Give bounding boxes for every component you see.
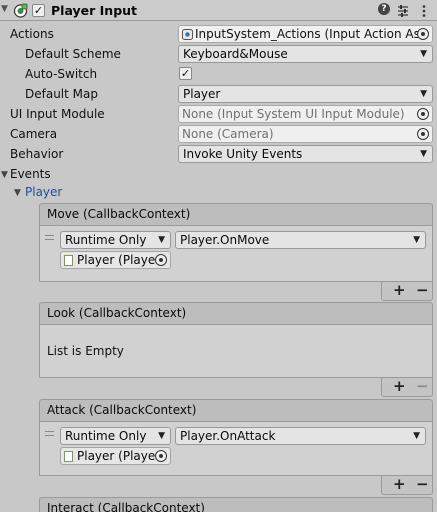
object-picker-icon[interactable] <box>417 108 429 120</box>
behavior-value: Invoke Unity Events <box>183 147 303 161</box>
dropdown-arrow-icon: ▼ <box>413 431 420 441</box>
actions-field[interactable]: InputSystem_Actions (Input Action Ass <box>178 25 433 43</box>
drag-handle-icon[interactable] <box>45 235 54 240</box>
remove-item-button[interactable]: − <box>416 282 429 299</box>
event-attack: Attack (CallbackContext) Runtime Only ▼ … <box>39 399 433 495</box>
component-enabled-checkbox[interactable]: ✓ <box>32 4 45 17</box>
target-object-field[interactable]: Player (Playe <box>60 251 171 269</box>
default-scheme-value: Keyboard&Mouse <box>183 47 288 61</box>
script-file-icon <box>64 451 73 462</box>
default-map-dropdown[interactable]: Player ▼ <box>178 85 433 103</box>
event-header: Interact (CallbackContext) <box>39 497 433 512</box>
runtime-value: Runtime Only <box>65 233 147 247</box>
drag-handle-icon[interactable] <box>45 431 54 436</box>
function-dropdown[interactable]: Player.OnAttack ▼ <box>175 427 426 445</box>
event-list-body: Runtime Only ▼ Player.OnAttack ▼ Player … <box>39 421 433 476</box>
function-value: Player.OnMove <box>180 233 270 247</box>
dropdown-arrow-icon: ▼ <box>158 235 165 245</box>
default-map-label: Default Map <box>25 87 98 101</box>
event-list-body: List is Empty <box>39 324 433 378</box>
function-value: Player.OnAttack <box>180 429 276 443</box>
ui-input-module-value: None (Input System UI Input Module) <box>182 107 405 121</box>
ui-input-module-field[interactable]: None (Input System UI Input Module) <box>178 105 433 123</box>
target-value: Player (Playe <box>77 253 156 267</box>
event-header: Move (CallbackContext) <box>39 203 433 225</box>
runtime-value: Runtime Only <box>65 429 147 443</box>
behavior-dropdown[interactable]: Invoke Unity Events ▼ <box>178 145 433 163</box>
object-picker-icon[interactable] <box>155 450 167 462</box>
event-interact: Interact (CallbackContext) <box>39 497 433 512</box>
add-item-button[interactable]: + <box>393 378 406 395</box>
player-foldout-icon[interactable]: ▼ <box>14 188 21 198</box>
input-action-asset-icon <box>182 29 193 40</box>
default-map-value: Player <box>183 87 221 101</box>
dropdown-arrow-icon: ▼ <box>420 49 427 59</box>
event-list-body: Runtime Only ▼ Player.OnMove ▼ Player (P… <box>39 225 433 282</box>
actions-value: InputSystem_Actions (Input Action Ass <box>195 27 427 41</box>
context-menu-icon[interactable] <box>422 5 426 17</box>
preset-icon[interactable] <box>397 4 409 18</box>
player-map-label[interactable]: Player <box>25 185 62 199</box>
events-foldout-icon[interactable]: ▼ <box>1 170 8 180</box>
script-file-icon <box>64 255 73 266</box>
actions-label: Actions <box>10 27 54 41</box>
function-dropdown[interactable]: Player.OnMove ▼ <box>175 231 426 249</box>
add-item-button[interactable]: + <box>393 476 406 493</box>
target-value: Player (Playe <box>77 449 156 463</box>
component-header: ▼ ✓ Player Input ? <box>0 0 437 21</box>
ui-input-module-label: UI Input Module <box>10 107 105 121</box>
event-move: Move (CallbackContext) Runtime Only ▼ Pl… <box>39 203 433 301</box>
event-look: Look (CallbackContext) List is Empty + − <box>39 302 433 397</box>
player-input-icon <box>13 3 28 18</box>
camera-field[interactable]: None (Camera) <box>178 125 433 143</box>
dropdown-arrow-icon: ▼ <box>158 431 165 441</box>
component-title: Player Input <box>51 3 138 18</box>
list-footer: + − <box>381 282 433 301</box>
default-scheme-label: Default Scheme <box>25 47 121 61</box>
object-picker-icon[interactable] <box>417 28 429 40</box>
behavior-label: Behavior <box>10 147 64 161</box>
camera-value: None (Camera) <box>182 127 274 141</box>
dropdown-arrow-icon: ▼ <box>420 149 427 159</box>
object-picker-icon[interactable] <box>155 254 167 266</box>
list-footer: + − <box>381 476 433 495</box>
events-label[interactable]: Events <box>10 167 51 181</box>
target-object-field[interactable]: Player (Playe <box>60 447 171 465</box>
runtime-dropdown[interactable]: Runtime Only ▼ <box>60 231 171 249</box>
event-header: Look (CallbackContext) <box>39 302 433 324</box>
event-header: Attack (CallbackContext) <box>39 399 433 421</box>
runtime-dropdown[interactable]: Runtime Only ▼ <box>60 427 171 445</box>
foldout-arrow-icon[interactable]: ▼ <box>1 4 8 14</box>
help-icon[interactable]: ? <box>378 3 390 15</box>
dropdown-arrow-icon: ▼ <box>420 89 427 99</box>
list-footer: + − <box>381 378 433 397</box>
dropdown-arrow-icon: ▼ <box>413 235 420 245</box>
auto-switch-checkbox[interactable]: ✓ <box>179 67 192 80</box>
list-empty-label: List is Empty <box>47 344 124 358</box>
camera-label: Camera <box>10 127 58 141</box>
auto-switch-label: Auto-Switch <box>25 67 98 81</box>
object-picker-icon[interactable] <box>417 128 429 140</box>
default-scheme-dropdown[interactable]: Keyboard&Mouse ▼ <box>178 45 433 63</box>
remove-item-button[interactable]: − <box>416 476 429 493</box>
remove-item-button: − <box>416 377 429 395</box>
add-item-button[interactable]: + <box>393 282 406 299</box>
